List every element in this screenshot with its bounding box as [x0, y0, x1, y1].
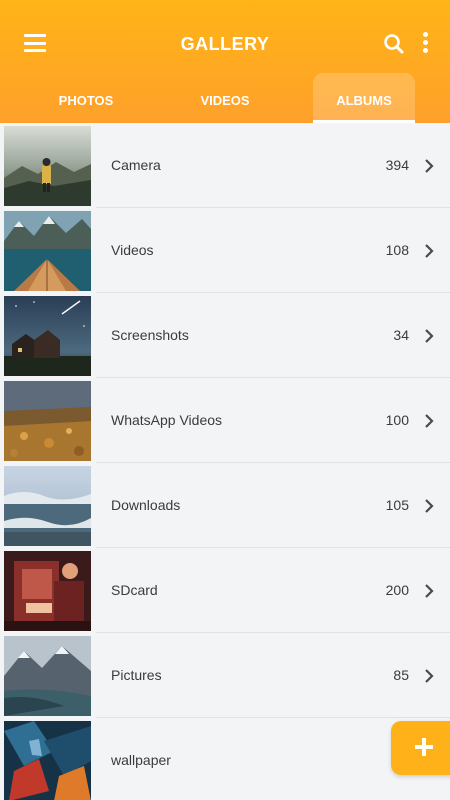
album-name: Videos — [111, 242, 154, 258]
album-thumbnail — [4, 296, 91, 376]
toolbar: GALLERY — [0, 22, 450, 66]
album-name: WhatsApp Videos — [111, 412, 223, 428]
album-row-downloads[interactable]: Downloads 105 — [0, 463, 450, 548]
album-thumbnail — [4, 381, 91, 461]
tab-videos[interactable]: VIDEOS — [175, 73, 275, 123]
chevron-right-icon — [425, 584, 434, 598]
album-name: Camera — [111, 157, 161, 173]
album-thumbnail — [4, 551, 91, 631]
tab-bar: PHOTOS VIDEOS ALBUMS — [0, 73, 450, 123]
album-name: Screenshots — [111, 327, 189, 343]
tab-albums[interactable]: ALBUMS — [313, 73, 415, 123]
album-name: Pictures — [111, 667, 162, 683]
album-count: 85 — [393, 667, 409, 683]
album-count: 394 — [385, 157, 409, 173]
album-row-videos[interactable]: Videos 108 — [0, 208, 450, 293]
chevron-right-icon — [425, 329, 434, 343]
album-row-screenshots[interactable]: Screenshots 34 — [0, 293, 450, 378]
album-name: wallpaper — [111, 752, 171, 768]
album-row-sdcard[interactable]: SDcard 200 — [0, 548, 450, 633]
chevron-right-icon — [425, 669, 434, 683]
album-count: 34 — [393, 327, 409, 343]
album-row-wallpaper[interactable]: wallpaper 3 — [0, 718, 450, 800]
add-album-button[interactable] — [391, 721, 450, 775]
more-vertical-icon[interactable] — [418, 32, 432, 56]
album-count: 105 — [385, 497, 409, 513]
album-thumbnail — [4, 126, 91, 206]
album-row-camera[interactable]: Camera 394 — [0, 123, 450, 208]
album-count: 100 — [385, 412, 409, 428]
album-name: SDcard — [111, 582, 158, 598]
album-thumbnail — [4, 721, 91, 800]
album-name: Downloads — [111, 497, 181, 513]
album-count: 108 — [385, 242, 409, 258]
chevron-right-icon — [425, 244, 434, 258]
album-thumbnail — [4, 211, 91, 291]
plus-icon — [415, 738, 433, 756]
album-row-pictures[interactable]: Pictures 85 — [0, 633, 450, 718]
chevron-right-icon — [425, 159, 434, 173]
chevron-right-icon — [425, 499, 434, 513]
tab-photos[interactable]: PHOTOS — [36, 73, 136, 123]
album-row-whatsapp-videos[interactable]: WhatsApp Videos 100 — [0, 378, 450, 463]
chevron-right-icon — [425, 414, 434, 428]
app-bar: GALLERY PHOTOS VIDEOS ALBUMS — [0, 0, 450, 123]
album-count: 200 — [385, 582, 409, 598]
album-thumbnail — [4, 466, 91, 546]
album-thumbnail — [4, 636, 91, 716]
search-icon[interactable] — [381, 31, 407, 57]
